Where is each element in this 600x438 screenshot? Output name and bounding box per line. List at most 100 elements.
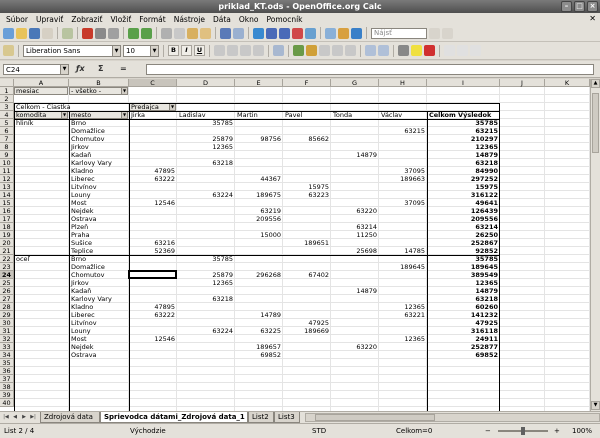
find-replace-icon[interactable] [325,27,336,39]
menu-tools[interactable]: Nástroje [170,15,209,24]
close-toolbar-icon[interactable] [457,45,468,56]
row-header-22[interactable]: 22 [0,255,14,263]
column-header-e[interactable]: E [235,79,283,87]
bold-button[interactable]: B [168,45,179,56]
row-header-19[interactable]: 19 [0,231,14,239]
scroll-thumb[interactable] [592,93,599,153]
hyperlink-icon[interactable] [253,27,264,39]
export-pdf-icon[interactable] [82,27,93,39]
open-icon[interactable] [16,27,27,39]
name-box[interactable]: C24 ▼ [3,64,69,75]
row-header-32[interactable]: 32 [0,335,14,343]
row-header-5[interactable]: 5 [0,119,14,127]
pivot-row-field-mesto[interactable]: mesto ▼ [69,111,128,119]
borders-icon[interactable] [398,45,409,56]
underline-button[interactable]: U [194,45,205,56]
column-header-j[interactable]: J [500,79,545,87]
background-color-icon[interactable] [411,45,422,56]
menu-edit[interactable]: Upraviť [32,15,67,24]
row-header-18[interactable]: 18 [0,223,14,231]
align-center-icon[interactable] [227,45,238,56]
row-header-26[interactable]: 26 [0,287,14,295]
menu-window[interactable]: Okno [235,15,263,24]
row-header-40[interactable]: 40 [0,399,14,407]
column-header-h[interactable]: H [379,79,427,87]
help-icon[interactable] [351,27,362,39]
chevron-down-icon[interactable]: ▼ [112,45,120,56]
sheet-tab-list3[interactable]: List3 [274,412,300,423]
select-all-corner[interactable] [0,79,14,87]
close-document-icon[interactable]: ✕ [589,14,596,23]
align-right-icon[interactable] [240,45,251,56]
undo-icon[interactable] [220,27,231,39]
email-icon[interactable] [42,27,53,39]
row-header-4[interactable]: 4 [0,111,14,119]
find-previous-icon[interactable] [442,27,453,39]
row-header-39[interactable]: 39 [0,391,14,399]
row-header-30[interactable]: 30 [0,319,14,327]
row-header-7[interactable]: 7 [0,135,14,143]
chevron-down-icon[interactable]: ▼ [121,112,127,118]
zoom-slider-handle[interactable] [521,427,525,435]
merge-cells-icon[interactable] [273,45,284,56]
font-size-combo[interactable]: 10 ▼ [123,44,159,57]
scroll-thumb[interactable] [315,414,435,421]
menu-format[interactable]: Formát [135,15,169,24]
chevron-down-icon[interactable]: ▼ [169,104,175,110]
cut-icon[interactable] [161,27,172,39]
scroll-down-icon[interactable]: ▼ [591,401,600,410]
row-header-8[interactable]: 8 [0,143,14,151]
row-header-11[interactable]: 11 [0,167,14,175]
row-header-20[interactable]: 20 [0,239,14,247]
function-wizard-icon[interactable]: ƒx [76,64,85,73]
column-header-k[interactable]: K [545,79,590,87]
row-header-27[interactable]: 27 [0,295,14,303]
row-header-37[interactable]: 37 [0,375,14,383]
row-header-23[interactable]: 23 [0,263,14,271]
pivot-column-field-button[interactable]: Predajca ▼ [129,103,176,111]
spreadsheet-grid[interactable]: A B C D E F G H I J K 1 2 3 4 5 6 7 8 9 10 11 12 13 14 15 16 17 18 19… [0,79,590,411]
spellcheck-icon[interactable] [128,27,139,39]
row-header-29[interactable]: 29 [0,311,14,319]
justify-icon[interactable] [253,45,264,56]
print-icon[interactable] [95,27,106,39]
align-left-icon[interactable] [214,45,225,56]
menu-data[interactable]: Dáta [209,15,235,24]
sort-descending-icon[interactable] [279,27,290,39]
maximize-button[interactable]: □ [574,1,585,12]
pivot-page-filter[interactable]: - všetko - ▼ [69,87,128,95]
decrease-indent-icon[interactable] [365,45,376,56]
menu-view[interactable]: Zobraziť [67,15,106,24]
zoom-level[interactable]: 100% [572,424,592,438]
chevron-down-icon[interactable]: ▼ [150,45,158,56]
chevron-down-icon[interactable]: ▼ [121,88,127,94]
pivot-page-field-button[interactable]: mesiac [14,87,68,95]
print-preview-icon[interactable] [108,27,119,39]
find-input[interactable]: Nájsť [371,27,427,39]
zoom-out-icon[interactable]: − [485,424,491,438]
row-header-24[interactable]: 24 [0,271,14,279]
row-header-2[interactable]: 2 [0,95,14,103]
font-name-combo[interactable]: Liberation Sans ▼ [23,44,121,57]
menu-help[interactable]: Pomocník [262,15,306,24]
row-header-14[interactable]: 14 [0,191,14,199]
function-icon[interactable]: = [120,64,127,73]
sort-ascending-icon[interactable] [266,27,277,39]
row-header-12[interactable]: 12 [0,175,14,183]
insert-chart-icon[interactable] [292,27,303,39]
sum-icon[interactable]: Σ [98,64,103,73]
show-draw-functions-icon[interactable] [305,27,316,39]
row-header-17[interactable]: 17 [0,215,14,223]
column-header-d[interactable]: D [177,79,235,87]
more-options-icon[interactable] [470,45,481,56]
row-header-9[interactable]: 9 [0,151,14,159]
row-header-16[interactable]: 16 [0,207,14,215]
add-decimal-icon[interactable] [332,45,343,56]
column-header-f[interactable]: F [283,79,331,87]
currency-format-icon[interactable] [293,45,304,56]
copy-icon[interactable] [174,27,185,39]
sheet-tab-zdrojova-data[interactable]: Zdrojová data [40,412,100,423]
styles-formatting-icon[interactable] [3,45,14,56]
column-header-i[interactable]: I [427,79,500,87]
row-header-36[interactable]: 36 [0,367,14,375]
